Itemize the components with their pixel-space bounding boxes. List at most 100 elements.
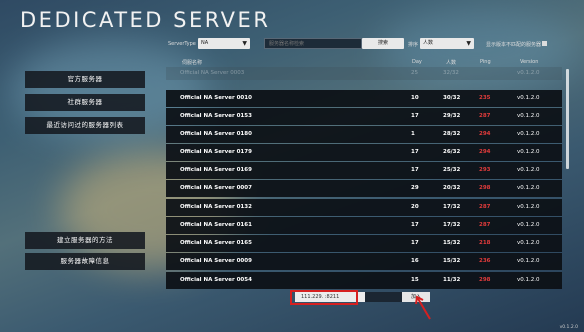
sidebar-item-community[interactable]: 社群服务器 <box>25 94 145 111</box>
server-players: 17/32 <box>443 222 461 228</box>
server-version: v0.1.2.0 <box>517 167 540 173</box>
server-name: Official NA Server 0010 <box>180 95 252 101</box>
sort-label: 排序 <box>408 42 419 48</box>
server-ping: 287 <box>479 113 491 119</box>
server-name: Official NA Server 0003 <box>180 70 245 76</box>
server-ping: 218 <box>479 240 491 246</box>
server-players: 25/32 <box>443 167 461 173</box>
column-day[interactable]: Day <box>412 59 422 65</box>
sidebar-item-howto[interactable]: 建立服务器的方法 <box>25 232 145 249</box>
server-name: Official NA Server 0179 <box>180 149 252 155</box>
list-scrollbar[interactable] <box>566 69 569 169</box>
table-row[interactable]: Official NA Server 0180 1 28/32 294 v0.1… <box>166 126 562 143</box>
table-row[interactable]: Official NA Server 0153 17 29/32 287 v0.… <box>166 108 562 125</box>
server-day: 25 <box>411 70 418 76</box>
server-day: 17 <box>411 113 419 119</box>
server-ping: 294 <box>479 149 491 155</box>
server-ping: 235 <box>479 95 491 101</box>
column-name[interactable]: 伺服名称 <box>182 59 202 66</box>
server-day: 17 <box>411 149 419 155</box>
server-version: v0.1.2.0 <box>517 113 540 119</box>
server-type-label: ServerType <box>168 41 196 47</box>
server-ping: 294 <box>479 131 491 137</box>
server-version: v0.1.2.0 <box>517 240 540 246</box>
server-version: v0.1.2.0 <box>517 204 540 210</box>
version-mismatch-checkbox[interactable] <box>542 41 547 46</box>
server-ping: 298 <box>479 277 491 283</box>
server-name: Official NA Server 0165 <box>180 240 252 246</box>
server-players: 29/32 <box>443 113 461 119</box>
server-players: 30/32 <box>443 95 461 101</box>
column-version[interactable]: Version <box>520 59 538 65</box>
server-name: Official NA Server 0007 <box>180 185 252 191</box>
server-type-value: NA <box>201 40 209 46</box>
server-ping: 293 <box>479 167 491 173</box>
ip-input-extension <box>365 292 402 302</box>
server-players: 15/32 <box>443 240 461 246</box>
server-players: 28/32 <box>443 131 461 137</box>
server-ping: 287 <box>479 222 491 228</box>
column-ping[interactable]: Ping <box>480 59 491 65</box>
server-day: 10 <box>411 95 419 101</box>
chevron-down-icon: ▼ <box>242 40 247 47</box>
server-day: 17 <box>411 222 419 228</box>
table-row[interactable]: Official NA Server 0003 25 32/32 v0.1.2.… <box>166 67 562 80</box>
server-list: Official NA Server 0003 25 32/32 v0.1.2.… <box>166 67 562 289</box>
sort-value: 人数 <box>423 40 434 46</box>
server-day: 17 <box>411 240 419 246</box>
server-name: Official NA Server 0161 <box>180 222 252 228</box>
table-row[interactable]: Official NA Server 0010 10 30/32 235 v0.… <box>166 90 562 107</box>
annotation-arrow-icon <box>415 295 431 320</box>
sidebar-item-official[interactable]: 官方服务器 <box>25 71 145 88</box>
server-ping: 298 <box>479 185 491 191</box>
server-type-dropdown[interactable]: NA ▼ <box>198 38 250 49</box>
table-row[interactable]: Official NA Server 0007 29 20/32 298 v0.… <box>166 180 562 197</box>
sort-dropdown[interactable]: 人数 ▼ <box>420 38 474 49</box>
table-row[interactable]: Official NA Server 0054 15 11/32 298 v0.… <box>166 272 562 289</box>
version-mismatch-label: 显示版本不匹配的服务器 <box>486 42 542 48</box>
table-row[interactable]: Official NA Server 0169 17 25/32 293 v0.… <box>166 162 562 179</box>
sidebar-item-fault-info[interactable]: 服务器故障信息 <box>25 253 145 270</box>
table-row[interactable]: Official NA Server 0009 16 15/32 236 v0.… <box>166 253 562 270</box>
server-players: 32/32 <box>443 70 459 76</box>
server-version: v0.1.2.0 <box>517 95 540 101</box>
table-row[interactable]: Official NA Server 0165 17 15/32 218 v0.… <box>166 235 562 252</box>
server-ping: 287 <box>479 204 491 210</box>
server-version: v0.1.2.0 <box>517 258 540 264</box>
server-day: 17 <box>411 167 419 173</box>
filter-bar: ServerType NA ▼ 搜索 排序 人数 ▼ 显示版本不匹配的服务器 <box>168 38 568 52</box>
server-day: 1 <box>411 131 415 137</box>
page-title: DEDICATED SERVER <box>20 8 271 32</box>
server-version: v0.1.2.0 <box>517 185 540 191</box>
search-button[interactable]: 搜索 <box>362 38 404 49</box>
server-ping: 236 <box>479 258 491 264</box>
server-version: v0.1.2.0 <box>517 277 540 283</box>
server-players: 17/32 <box>443 204 461 210</box>
server-version: v0.1.2.0 <box>517 222 540 228</box>
server-players: 11/32 <box>443 277 461 283</box>
server-players: 20/32 <box>443 185 461 191</box>
table-header: 伺服名称 Day 人数 Ping Version <box>168 58 566 67</box>
server-version: v0.1.2.0 <box>517 149 540 155</box>
sidebar-item-recent[interactable]: 最近访问过的服务器列表 <box>25 117 145 134</box>
server-players: 26/32 <box>443 149 461 155</box>
game-version: v0.1.2.0 <box>559 325 578 330</box>
server-name: Official NA Server 0180 <box>180 131 252 137</box>
server-version: v0.1.2.0 <box>517 131 540 137</box>
column-players[interactable]: 人数 <box>446 59 456 66</box>
table-row[interactable]: Official NA Server 0161 17 17/32 287 v0.… <box>166 217 562 234</box>
server-name: Official NA Server 0132 <box>180 204 252 210</box>
server-version: v0.1.2.0 <box>517 70 540 76</box>
server-search-input[interactable] <box>264 38 362 49</box>
server-players: 15/32 <box>443 258 461 264</box>
server-day: 15 <box>411 277 419 283</box>
server-day: 29 <box>411 185 419 191</box>
server-name: Official NA Server 0054 <box>180 277 252 283</box>
highlight-box <box>290 290 358 305</box>
server-name: Official NA Server 0009 <box>180 258 252 264</box>
table-row[interactable]: Official NA Server 0132 20 17/32 287 v0.… <box>166 199 562 216</box>
chevron-down-icon: ▼ <box>466 40 471 47</box>
server-day: 16 <box>411 258 419 264</box>
server-name: Official NA Server 0169 <box>180 167 252 173</box>
table-row[interactable]: Official NA Server 0179 17 26/32 294 v0.… <box>166 144 562 161</box>
